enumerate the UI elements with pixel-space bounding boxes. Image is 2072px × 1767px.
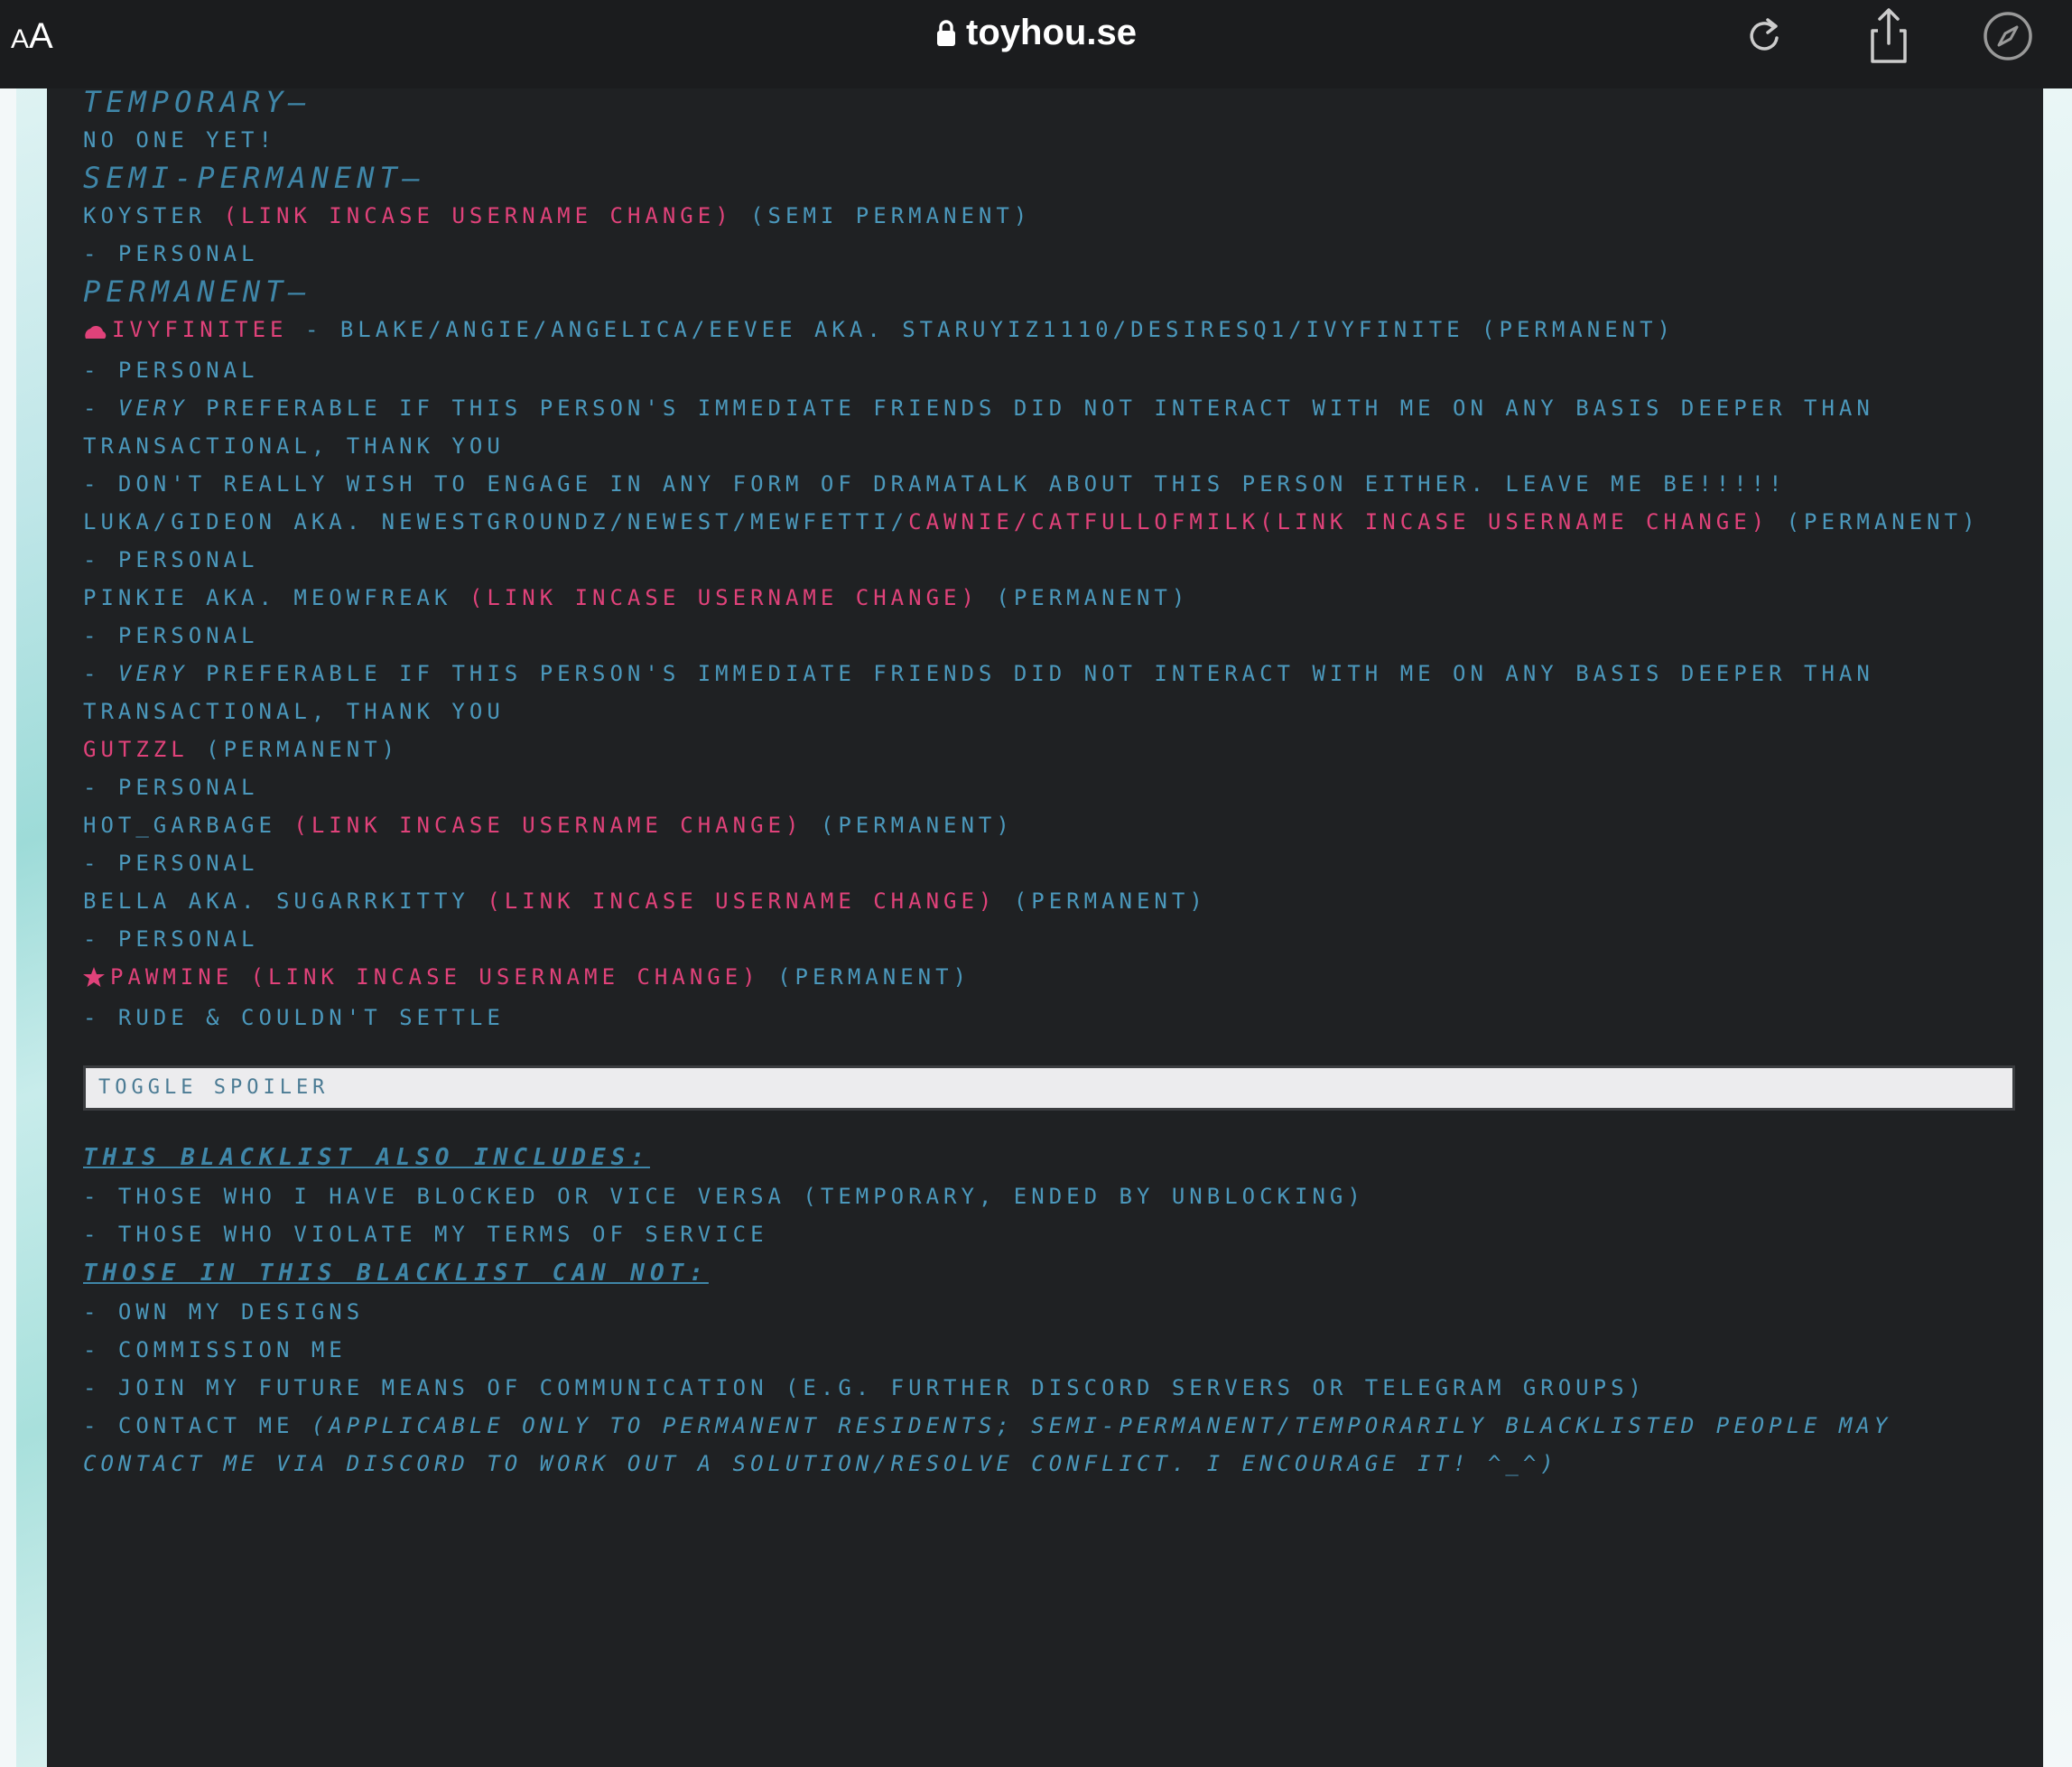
- username-link[interactable]: (link incase username change): [293, 813, 803, 838]
- browser-toolbar: AA toyhou.se: [0, 0, 2072, 88]
- lock-icon: [935, 16, 957, 57]
- cannot-item: - join my future means of communication …: [83, 1375, 1646, 1400]
- entry-note: - personal: [83, 547, 259, 572]
- permanent-entry-pawmine: pawmine (link incase username change) (p…: [83, 958, 2015, 999]
- temporary-heading: Temporary—: [83, 88, 311, 119]
- entry-note-preference: - very preferable if this person's immed…: [83, 389, 2015, 465]
- page-background-right: [2043, 88, 2072, 1767]
- entry-note: - personal: [83, 926, 259, 952]
- permanent-entry-luka: luka/gideon aka. newestgroundz/newest/me…: [83, 503, 2015, 541]
- entry-name: bella aka. sugarrkitty: [83, 888, 488, 914]
- includes-item: - those who i have blocked or vice versa…: [83, 1184, 1365, 1209]
- permanent-entry-bella: bella aka. sugarrkitty (link incase user…: [83, 882, 2015, 920]
- includes-heading: This blacklist also includes:: [83, 1144, 650, 1171]
- entry-note: - personal: [83, 775, 259, 800]
- entry-name: pinkie aka. meowfreak: [83, 585, 469, 610]
- username-link[interactable]: pawmine (link incase username change): [110, 964, 760, 990]
- entry-note-preference: - very preferable if this person's immed…: [83, 655, 2015, 730]
- entry-note-drama: - don't really wish to engage in any for…: [83, 471, 1787, 497]
- entry-status: (permanent): [996, 888, 1207, 914]
- entry-status: (permanent): [803, 813, 1014, 838]
- entry-name: luka/gideon aka. newestgroundz/newest/me…: [83, 509, 909, 535]
- star-icon: [83, 961, 105, 999]
- note-emphasis: very: [117, 661, 189, 686]
- includes-item: - those who violate my terms of service: [83, 1222, 768, 1247]
- username-link[interactable]: ivyfinitee: [112, 317, 288, 342]
- cloud-icon: [83, 313, 107, 351]
- entry-note: - rude & couldn't settle: [83, 1005, 505, 1030]
- entry-status: (permanent): [978, 585, 1190, 610]
- username-link[interactable]: (link incase username change): [487, 888, 996, 914]
- cannot-item: - commission me: [83, 1337, 347, 1362]
- permanent-entry-hot-garbage: hot_garbage (link incase username change…: [83, 806, 2015, 844]
- permanent-entry-gutzzl: gutzzl (permanent): [83, 730, 2015, 768]
- permanent-entry-ivyfinitee: ivyfinitee - blake/angie/angelica/eevee …: [83, 311, 2015, 351]
- note-prefix: -: [83, 395, 118, 421]
- share-icon[interactable]: [1862, 7, 1916, 65]
- reload-icon[interactable]: [1737, 7, 1791, 65]
- cannot-item: - own my designs: [83, 1299, 365, 1325]
- entry-name: koyster: [83, 203, 207, 228]
- semi-permanent-heading: Semi-Permanent—: [83, 161, 425, 195]
- semi-permanent-entry: koyster (link incase username change) (s…: [83, 197, 2015, 235]
- note-text: preferable if this person's immediate fr…: [83, 661, 1874, 724]
- entry-note: - personal: [83, 241, 259, 266]
- entry-status: (semi permanent): [750, 203, 1032, 228]
- entry-note: - personal: [83, 623, 259, 648]
- contact-prefix: - contact me: [83, 1413, 311, 1438]
- background-strip: [0, 88, 16, 1767]
- permanent-heading: Permanent—: [83, 274, 311, 309]
- cannot-item-contact: - contact me (applicable only to permane…: [83, 1407, 2015, 1483]
- page-background-left: [0, 88, 47, 1767]
- blacklist-content: Temporary— No one yet! Semi-Permanent— k…: [83, 88, 2015, 1483]
- note-prefix: -: [83, 661, 118, 686]
- entry-name: hot_garbage: [83, 813, 294, 838]
- url-text: toyhou.se: [966, 13, 1137, 52]
- contact-note: (applicable only to permanent residents;…: [83, 1413, 1892, 1476]
- entry-note: - personal: [83, 358, 259, 383]
- permanent-entry-pinkie: pinkie aka. meowfreak (link incase usern…: [83, 579, 2015, 617]
- compass-icon[interactable]: [1981, 7, 2035, 65]
- username-link[interactable]: gutzzl: [83, 737, 189, 762]
- content-panel[interactable]: Temporary— No one yet! Semi-Permanent— k…: [47, 88, 2043, 1767]
- entry-status: (permanent): [188, 737, 400, 762]
- entry-status: (permanent): [759, 964, 971, 990]
- username-link[interactable]: (link incase username change): [469, 585, 979, 610]
- note-emphasis: very: [117, 395, 189, 421]
- username-link[interactable]: (link incase username change): [224, 203, 733, 228]
- entry-details: - blake/angie/angelica/eevee aka. staruy…: [287, 317, 1675, 342]
- temporary-line: No one yet!: [83, 127, 276, 153]
- cannot-heading: Those in this blacklist can not:: [83, 1260, 709, 1287]
- entry-note: - personal: [83, 851, 259, 876]
- note-text: preferable if this person's immediate fr…: [83, 395, 1874, 459]
- username-link[interactable]: cawnie/catfullofmilk(link incase usernam…: [908, 509, 1769, 535]
- toggle-spoiler-button[interactable]: Toggle Spoiler: [83, 1065, 2015, 1111]
- entry-status: (permanent): [1769, 509, 1980, 535]
